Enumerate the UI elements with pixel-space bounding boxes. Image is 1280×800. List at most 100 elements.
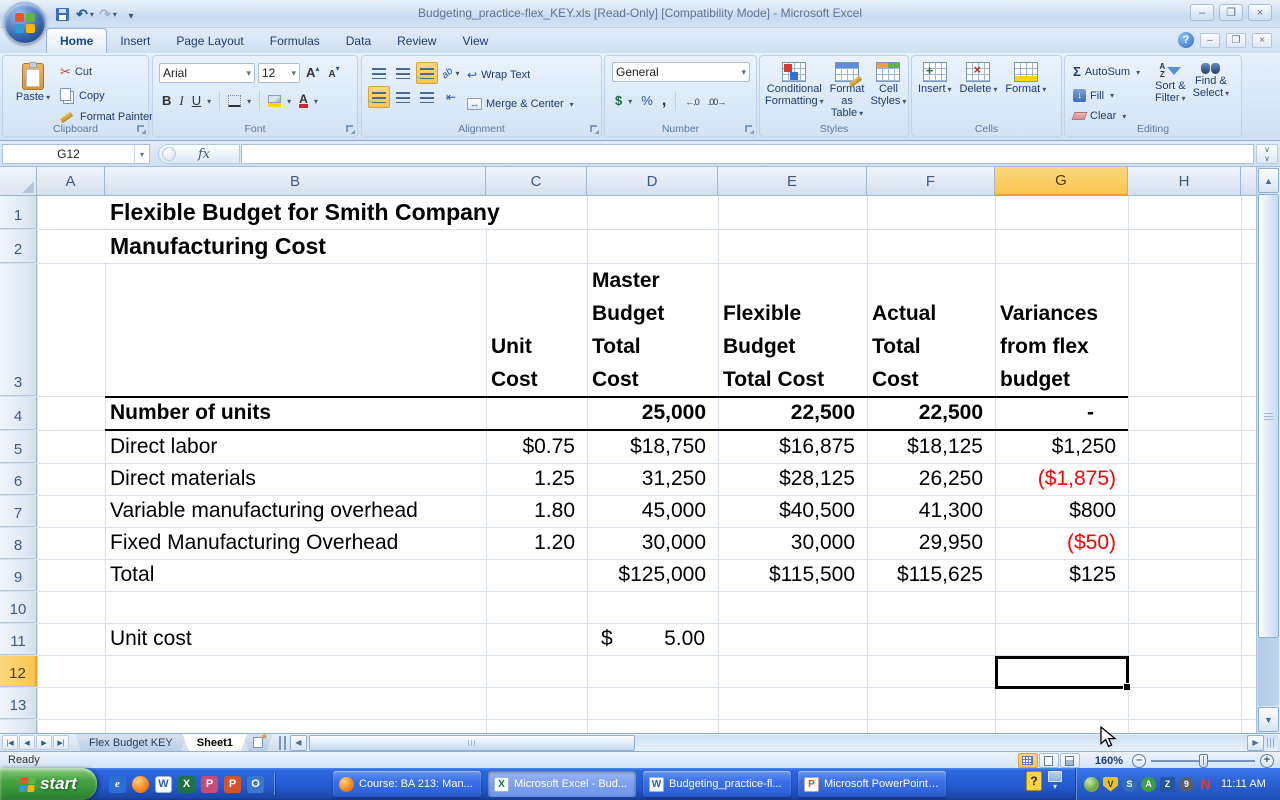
- column-header-a[interactable]: A: [37, 167, 105, 196]
- delete-cells-button[interactable]: × Delete: [958, 59, 1000, 99]
- cell-D9[interactable]: $125,000: [587, 560, 718, 591]
- comma-style-button[interactable]: [659, 90, 669, 112]
- cell-G4[interactable]: -: [995, 397, 1128, 430]
- last-sheet-icon[interactable]: ▶|: [53, 735, 69, 750]
- cell-B11[interactable]: Unit cost: [105, 624, 486, 655]
- minimize-button[interactable]: –: [1190, 4, 1214, 21]
- column-header-e[interactable]: E: [718, 167, 867, 196]
- row-header-11[interactable]: 11: [0, 624, 37, 655]
- desktop-toggle[interactable]: ▾: [1048, 771, 1062, 791]
- align-left-button[interactable]: [368, 86, 390, 108]
- internet-explorer-icon[interactable]: e: [109, 775, 126, 793]
- horizontal-scroll-thumb[interactable]: [308, 734, 635, 751]
- row-header-10[interactable]: 10: [0, 592, 37, 623]
- task-word-budgeting[interactable]: W Budgeting_practice-fl...: [643, 771, 791, 797]
- task-excel-active[interactable]: X Microsoft Excel - Bud...: [488, 771, 636, 797]
- align-right-button[interactable]: [416, 86, 438, 108]
- column-header-h[interactable]: H: [1128, 167, 1241, 196]
- font-color-button[interactable]: [296, 92, 321, 110]
- cell-F5[interactable]: $18,125: [867, 431, 995, 463]
- cell-G9[interactable]: $125: [995, 560, 1128, 591]
- normal-view-button[interactable]: [1017, 753, 1038, 768]
- undo-button[interactable]: [75, 4, 95, 24]
- insert-worksheet-tab[interactable]: [243, 734, 273, 751]
- tab-review[interactable]: Review: [384, 28, 449, 53]
- vertical-scroll-thumb[interactable]: [1258, 194, 1279, 638]
- row-header-4[interactable]: 4: [0, 397, 37, 430]
- expand-formula-bar-icon[interactable]: [1256, 144, 1278, 164]
- cell-B6[interactable]: Direct materials: [105, 464, 486, 495]
- decrease-indent-button[interactable]: [440, 86, 462, 108]
- row-header-12-selected[interactable]: 12: [0, 656, 37, 687]
- font-family-select[interactable]: Arial: [159, 63, 255, 83]
- tab-formulas[interactable]: Formulas: [257, 28, 333, 53]
- workbook-minimize-button[interactable]: –: [1200, 32, 1220, 48]
- align-center-button[interactable]: [392, 86, 414, 108]
- office-button[interactable]: [4, 2, 46, 44]
- zoom-out-button[interactable]: –: [1132, 753, 1146, 768]
- redo-button[interactable]: [98, 4, 118, 24]
- number-dialog-launcher-icon[interactable]: [744, 124, 754, 134]
- tray-key-icon[interactable]: S: [1122, 776, 1137, 792]
- tray-agent-icon[interactable]: [1084, 776, 1099, 792]
- cell-C3[interactable]: Unit Cost: [486, 264, 587, 396]
- autosum-button[interactable]: AutoSum: [1070, 61, 1143, 83]
- cell-C8[interactable]: 1.20: [486, 528, 587, 559]
- tab-insert[interactable]: Insert: [107, 28, 163, 53]
- cell-E4[interactable]: 22,500: [718, 397, 867, 430]
- formula-input[interactable]: [241, 144, 1254, 164]
- row-header-2[interactable]: 2: [0, 230, 37, 263]
- cell-G3[interactable]: Variances from flex budget: [995, 264, 1128, 396]
- cell-G6-negative[interactable]: ($1,875): [995, 464, 1128, 495]
- vertical-scroll-track[interactable]: [1258, 638, 1279, 706]
- row-header-8[interactable]: 8: [0, 528, 37, 559]
- cell-B7[interactable]: Variable manufacturing overhead: [105, 496, 486, 527]
- font-dialog-launcher-icon[interactable]: [345, 124, 355, 134]
- cell-B5[interactable]: Direct labor: [105, 431, 486, 463]
- outlook-icon[interactable]: O: [247, 775, 264, 793]
- cell-F9[interactable]: $115,625: [867, 560, 995, 591]
- workbook-restore-button[interactable]: ❐: [1226, 32, 1246, 48]
- row-header-6[interactable]: 6: [0, 464, 37, 495]
- tab-view[interactable]: View: [449, 28, 501, 53]
- align-top-button[interactable]: [368, 62, 390, 84]
- zoom-in-button[interactable]: +: [1260, 753, 1274, 768]
- cell-F7[interactable]: 41,300: [867, 496, 995, 527]
- cell-B9[interactable]: Total: [105, 560, 486, 591]
- row-header-13[interactable]: 13: [0, 688, 37, 719]
- percent-style-button[interactable]: [638, 90, 656, 112]
- cell-C6[interactable]: 1.25: [486, 464, 587, 495]
- cell-E3[interactable]: Flexible Budget Total Cost: [718, 264, 867, 396]
- cell-F8[interactable]: 29,950: [867, 528, 995, 559]
- column-header-c[interactable]: C: [486, 167, 587, 196]
- grow-font-button[interactable]: [303, 62, 322, 84]
- cell-F3[interactable]: Actual Total Cost: [867, 264, 995, 396]
- cell-G5[interactable]: $1,250: [995, 431, 1128, 463]
- cell-G7[interactable]: $800: [995, 496, 1128, 527]
- column-header-g-selected[interactable]: G: [995, 167, 1128, 196]
- sheet-tab-flex-budget-key[interactable]: Flex Budget KEY: [75, 734, 187, 751]
- cell-D3[interactable]: Master Budget Total Cost: [587, 264, 718, 396]
- row-header-7[interactable]: 7: [0, 496, 37, 527]
- previous-sheet-icon[interactable]: ◀: [19, 735, 35, 750]
- select-all-button[interactable]: [0, 167, 37, 196]
- cell-E7[interactable]: $40,500: [718, 496, 867, 527]
- scrollbar-resize-grip[interactable]: [1267, 737, 1276, 748]
- align-bottom-button[interactable]: [416, 62, 438, 84]
- accounting-format-button[interactable]: [612, 90, 635, 112]
- insert-function-icon[interactable]: [198, 147, 210, 162]
- scroll-right-icon[interactable]: ▶: [1247, 734, 1264, 751]
- cell-E9[interactable]: $115,500: [718, 560, 867, 591]
- paste-button[interactable]: Paste: [11, 60, 55, 107]
- italic-button[interactable]: [176, 90, 186, 112]
- cell-B1[interactable]: Flexible Budget for Smith Company: [105, 196, 506, 229]
- cell-C7[interactable]: 1.80: [486, 496, 587, 527]
- scroll-up-icon[interactable]: ▲: [1258, 168, 1279, 193]
- tab-page-layout[interactable]: Page Layout: [163, 28, 256, 53]
- excel-icon[interactable]: X: [178, 775, 195, 793]
- tray-gray-icon[interactable]: 9: [1179, 776, 1194, 792]
- formula-options-icon[interactable]: [162, 147, 176, 161]
- alignment-dialog-launcher-icon[interactable]: [589, 124, 599, 134]
- zoom-slider-thumb[interactable]: [1199, 753, 1208, 768]
- selected-cell-G12[interactable]: [995, 656, 1131, 691]
